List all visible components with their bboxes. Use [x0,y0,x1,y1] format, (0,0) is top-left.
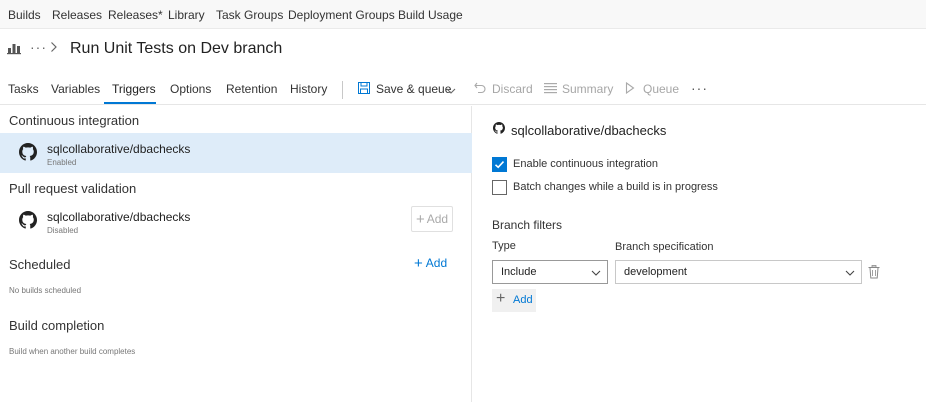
add-build-completion-label: Add [426,212,449,226]
nav-task-groups[interactable]: Task Groups [216,8,283,22]
pr-repo-item[interactable]: sqlcollaborative/dbachecks Disabled [0,201,472,241]
tab-history[interactable]: History [290,82,327,96]
type-dropdown-value: Include [501,266,537,278]
branch-spec-column-label: Branch specification [615,241,714,253]
list-icon [544,82,557,97]
active-tab-indicator [104,102,156,104]
scheduled-empty-note: No builds scheduled [9,286,82,295]
enable-ci-label: Enable continuous integration [513,158,658,170]
breadcrumb-chevron-icon [50,40,58,58]
ci-repo-status: Enabled [47,158,77,167]
save-queue-label: Save & queue [376,82,452,96]
plus-icon: + [414,255,423,272]
top-nav: Builds Releases Releases* Library Task G… [0,0,926,29]
undo-icon [474,82,486,97]
build-completion-section-title: Build completion [9,318,105,333]
delete-filter-icon[interactable] [868,265,880,284]
tab-tasks[interactable]: Tasks [8,82,39,96]
discard-label: Discard [492,82,533,96]
type-dropdown[interactable]: Include [492,260,608,284]
enable-ci-checkbox[interactable] [492,157,507,172]
nav-deployment-groups[interactable]: Deployment Groups [288,8,395,22]
toolbar-more-icon[interactable]: ··· [691,80,708,96]
tab-retention[interactable]: Retention [226,82,277,96]
type-column-label: Type [492,240,516,252]
tab-variables[interactable]: Variables [51,82,100,96]
github-icon [19,211,37,234]
toolbar-divider [342,81,343,99]
nav-build-usage[interactable]: Build Usage [398,8,463,22]
selected-repo-name: sqlcollaborative/dbachecks [511,123,667,138]
save-icon [358,82,370,97]
nav-releases-preview[interactable]: Releases* [108,8,163,22]
pr-section-title: Pull request validation [9,181,137,196]
pr-repo-status: Disabled [47,226,79,235]
github-icon [493,121,505,139]
add-branch-filter-button[interactable]: + Add [492,289,536,312]
page-header: ··· Run Unit Tests on Dev branch [0,29,926,73]
github-icon [19,143,37,166]
branch-filters-title: Branch filters [492,218,563,232]
batch-changes-checkbox[interactable] [492,180,507,195]
pr-repo-name: sqlcollaborative/dbachecks [47,210,191,224]
add-schedule-button[interactable]: + Add [414,255,447,272]
build-pipeline-icon[interactable] [7,41,21,60]
tab-bar: Tasks Variables Triggers Options Retenti… [0,73,926,105]
chevron-down-icon [446,84,456,98]
branch-spec-dropdown[interactable]: development [615,260,862,284]
nav-releases[interactable]: Releases [52,8,102,22]
nav-library[interactable]: Library [168,8,205,22]
tab-options[interactable]: Options [170,82,211,96]
checkmark-icon [494,161,505,169]
trigger-details-panel: sqlcollaborative/dbachecks Enable contin… [473,106,926,402]
build-completion-note: Build when another build completes [9,347,136,356]
plus-icon: + [415,211,425,228]
add-build-completion-button[interactable]: + Add [411,206,453,232]
branch-spec-value: development [624,266,687,278]
add-schedule-label: Add [425,256,448,270]
ci-section-title: Continuous integration [9,113,140,128]
plus-icon: + [496,290,506,307]
breadcrumb-more-icon[interactable]: ··· [30,39,47,55]
ci-repo-name: sqlcollaborative/dbachecks [47,142,191,156]
batch-changes-label: Batch changes while a build is in progre… [513,181,718,193]
tab-triggers[interactable]: Triggers [112,82,156,96]
page-title: Run Unit Tests on Dev branch [70,40,283,57]
nav-builds[interactable]: Builds [8,8,41,22]
triggers-list-panel: Continuous integration sqlcollaborative/… [0,106,472,402]
play-icon [625,81,635,97]
scheduled-section-title: Scheduled [9,257,71,272]
ci-repo-item[interactable]: sqlcollaborative/dbachecks Enabled [0,133,472,173]
chevron-down-icon [845,268,855,280]
add-branch-filter-label: Add [513,294,533,306]
queue-label: Queue [643,82,680,96]
chevron-down-icon [591,268,601,280]
summary-label: Summary [562,82,614,96]
